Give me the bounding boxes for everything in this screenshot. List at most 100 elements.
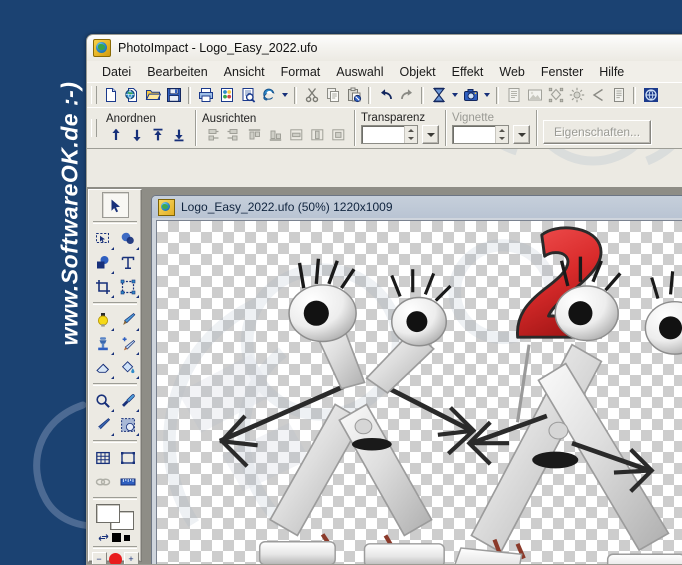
align-top-icon[interactable] [244,126,264,144]
frame-tool[interactable] [115,446,140,470]
menu-bar[interactable]: Datei Bearbeiten Ansicht Format Auswahl … [87,61,682,82]
transparency-value[interactable] [362,126,404,143]
center-vertical-icon[interactable] [307,126,327,144]
toolbar-grip[interactable] [91,86,97,104]
menu-item-bearbeiten[interactable]: Bearbeiten [139,63,215,81]
light-tool[interactable] [90,308,115,332]
red-decrease-button[interactable]: − [92,552,107,565]
selection-tool[interactable] [90,227,115,251]
red-swatch[interactable] [109,553,122,565]
image-canvas[interactable] [157,221,682,564]
bring-to-front-icon[interactable] [148,126,168,144]
menu-item-effekt[interactable]: Effekt [444,63,492,81]
foreground-color-well[interactable] [96,504,120,523]
cut-icon[interactable] [301,85,322,105]
paint-bucket-tool[interactable] [115,356,140,380]
vignette-spin-buttons[interactable] [495,126,508,143]
transparency-spin-down[interactable] [405,135,417,144]
document-title-bar[interactable]: Logo_Easy_2022.ufo (50%) 1220x1009 [152,196,682,218]
transparency-spin-up[interactable] [405,126,417,135]
print-preview-icon[interactable] [237,85,258,105]
tool-palette[interactable]: − + − + − + − + [88,189,142,562]
center-both-icon[interactable] [328,126,348,144]
batch-icon[interactable] [216,85,237,105]
magic-wand-tool[interactable] [115,227,140,251]
app-title-bar[interactable]: PhotoImpact - Logo_Easy_2022.ufo [87,35,682,61]
shape-tool[interactable] [90,251,115,275]
retouch-tool[interactable] [115,332,140,356]
photoimpact-main-window[interactable]: PhotoImpact - Logo_Easy_2022.ufo Datei B… [86,34,682,565]
center-horizontal-icon[interactable] [286,126,306,144]
copy-icon[interactable] [322,85,343,105]
layers-panel-icon[interactable] [608,85,629,105]
menu-item-hilfe[interactable]: Hilfe [591,63,632,81]
transparency-spin-buttons[interactable] [404,126,417,143]
eyedropper-tool[interactable] [115,389,140,413]
transparency-dropdown-button[interactable] [422,125,439,144]
open-icon[interactable] [142,85,163,105]
menu-item-objekt[interactable]: Objekt [392,63,444,81]
vignette-spinner[interactable] [452,125,509,144]
color-wells[interactable] [96,504,134,530]
capture-dropdown-arrow[interactable] [481,85,492,105]
vignette-dropdown-button[interactable] [513,125,530,144]
new-web-icon[interactable] [121,85,142,105]
align-left-icon[interactable] [202,126,222,144]
new-icon[interactable] [100,85,121,105]
link-tool[interactable] [90,470,115,494]
quick-color-row-red[interactable]: − + [90,552,140,565]
default-colors-black-large[interactable] [112,533,121,542]
menu-item-auswahl[interactable]: Auswahl [328,63,391,81]
vignette-spin-up[interactable] [496,126,508,135]
send-to-back-icon[interactable] [169,126,189,144]
print-icon[interactable] [195,85,216,105]
red-increase-button[interactable]: + [124,552,139,565]
brightness-icon[interactable] [566,85,587,105]
align-right-icon[interactable] [223,126,243,144]
menu-item-ansicht[interactable]: Ansicht [216,63,273,81]
transparency-spinner[interactable] [361,125,418,144]
menu-item-web[interactable]: Web [491,63,532,81]
attribute-toolbar[interactable]: Anordnen [87,107,682,149]
send-backward-icon[interactable] [127,126,147,144]
vignette-spin-down[interactable] [496,135,508,144]
paintbrush-tool[interactable] [115,308,140,332]
image-panel-icon[interactable] [524,85,545,105]
document-window[interactable]: Logo_Easy_2022.ufo (50%) 1220x1009 [151,195,682,565]
color-shortcut-row[interactable] [96,532,134,543]
text-panel-icon[interactable] [503,85,524,105]
menu-item-format[interactable]: Format [273,63,329,81]
align-bottom-icon[interactable] [265,126,285,144]
text-tool[interactable] [115,251,140,275]
paste-icon[interactable] [343,85,364,105]
crop-tool[interactable] [90,275,115,299]
properties-button[interactable]: Eigenschaften... [543,120,651,144]
pen-tool[interactable] [90,413,115,437]
pick-tool[interactable] [102,192,129,218]
zoom-tool[interactable] [90,389,115,413]
redo-icon[interactable] [396,85,417,105]
artwork-two-robots[interactable] [157,221,682,564]
transform-tool[interactable] [115,275,140,299]
web-panel-icon[interactable] [640,85,661,105]
grid-tool[interactable] [90,446,115,470]
ruler-tool[interactable] [115,470,140,494]
hourglass-icon[interactable] [428,85,449,105]
mask-tool[interactable] [115,413,140,437]
capture-icon[interactable] [460,85,481,105]
object-panel-icon[interactable] [545,85,566,105]
browser-preview-dropdown-arrow[interactable] [279,85,290,105]
clone-stamp-tool[interactable] [90,332,115,356]
attribute-toolbar-grip[interactable] [91,119,97,137]
save-icon[interactable] [163,85,184,105]
swap-colors-icon[interactable] [98,532,109,543]
bring-forward-icon[interactable] [106,126,126,144]
hourglass-dropdown-arrow[interactable] [449,85,460,105]
path-panel-icon[interactable] [587,85,608,105]
menu-item-datei[interactable]: Datei [94,63,139,81]
eraser-tool[interactable] [90,356,115,380]
vignette-value[interactable] [453,126,495,143]
default-colors-black-small[interactable] [124,535,130,541]
browser-preview-icon[interactable] [258,85,279,105]
undo-icon[interactable] [375,85,396,105]
